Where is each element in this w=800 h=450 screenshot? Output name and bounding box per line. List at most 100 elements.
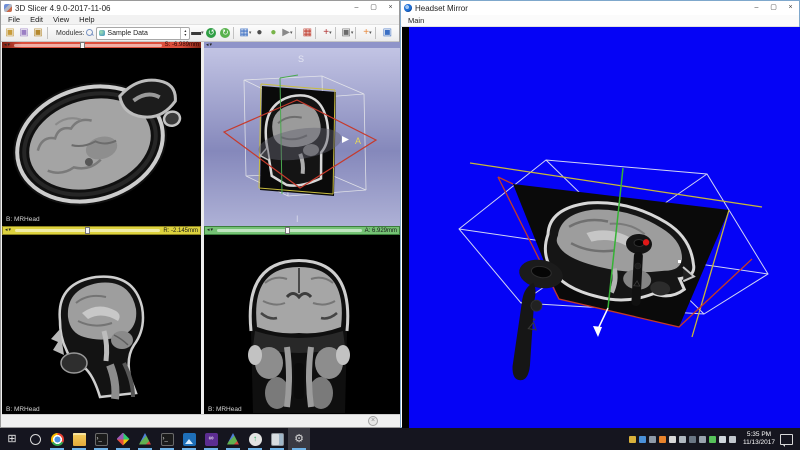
fiducial-place-icon[interactable]: ● bbox=[266, 27, 280, 40]
slice-pin-icon[interactable]: ▾ bbox=[8, 43, 11, 48]
slider-handle[interactable] bbox=[285, 227, 290, 234]
crosshair-icon[interactable]: +▾ bbox=[320, 27, 334, 40]
colors-module-icon[interactable]: ▦ bbox=[300, 27, 314, 40]
taskbar-app-window-icon[interactable] bbox=[266, 428, 288, 450]
taskbar-clock[interactable]: 5:35 PM 11/13/2017 bbox=[743, 431, 775, 447]
app-icon bbox=[95, 433, 108, 446]
save-scene-icon[interactable]: ▣ bbox=[31, 27, 45, 40]
slice-pin-icon[interactable]: ▾ bbox=[211, 228, 214, 233]
slicer-window-title: 3D Slicer 4.9.0-2017-11-06 bbox=[15, 4, 110, 13]
close-button[interactable]: × bbox=[382, 1, 399, 15]
tray-pen-icon[interactable] bbox=[679, 436, 686, 443]
green-view-node-label: B: MRHead bbox=[208, 406, 242, 413]
taskbar: ⊞ 5:35 PM 11/13/2017 bbox=[0, 428, 800, 450]
threed-pin-icon[interactable]: ▾ bbox=[210, 43, 213, 48]
tray-chat-icon[interactable] bbox=[719, 436, 726, 443]
slider-handle[interactable] bbox=[85, 227, 90, 234]
taskbar-explorer-icon[interactable] bbox=[68, 428, 90, 450]
app-icon bbox=[139, 433, 152, 446]
tray-volume-icon[interactable] bbox=[729, 436, 736, 443]
toolbar-button[interactable] bbox=[375, 27, 379, 39]
yellow-slice-view[interactable]: B: MRHead bbox=[2, 235, 201, 416]
taskbar-color-diamond-icon[interactable] bbox=[112, 428, 134, 450]
red-view-node-label: B: MRHead bbox=[6, 216, 40, 223]
menu-item[interactable]: Edit bbox=[25, 15, 48, 25]
slice-pin-icon[interactable]: ▾ bbox=[9, 228, 12, 233]
menu-item[interactable]: Main bbox=[403, 16, 429, 26]
minimize-button[interactable]: – bbox=[348, 1, 365, 15]
taskbar-headset-mirror-icon[interactable] bbox=[288, 428, 310, 450]
history-forward-icon[interactable]: ↻ bbox=[218, 27, 232, 40]
close-button[interactable]: × bbox=[782, 1, 799, 15]
tray-laptop-icon[interactable] bbox=[699, 436, 706, 443]
slicer-menubar: FileEditViewHelp bbox=[1, 15, 399, 25]
add-data-icon[interactable]: ▣ bbox=[3, 27, 17, 40]
slice-menu-icon[interactable]: ◂ bbox=[207, 228, 210, 233]
slice-menu-icon[interactable]: ◂ bbox=[4, 43, 7, 48]
menu-item[interactable]: Help bbox=[74, 15, 99, 25]
app-icon bbox=[227, 433, 240, 446]
vr-mirror-viewport[interactable] bbox=[402, 27, 800, 428]
toolbar-button[interactable] bbox=[315, 27, 319, 39]
taskbar-cmd2-icon[interactable] bbox=[156, 428, 178, 450]
dicom-icon[interactable]: ▣ bbox=[17, 27, 31, 40]
taskbar-slicer2-icon[interactable] bbox=[222, 428, 244, 450]
clock-time: 5:35 PM bbox=[743, 431, 775, 439]
screen-capture-icon[interactable]: ▣▾ bbox=[340, 27, 354, 40]
yellow-slice-controller: ◂ ▾ R: -2.145mm bbox=[2, 226, 201, 235]
taskbar-chrome-icon[interactable] bbox=[46, 428, 68, 450]
spinner-icon[interactable] bbox=[180, 28, 189, 39]
tray-orange-icon[interactable] bbox=[659, 436, 666, 443]
start-button[interactable]: ⊞ bbox=[0, 428, 24, 450]
taskbar-recorder-icon[interactable] bbox=[244, 428, 266, 450]
cortana-search-button[interactable] bbox=[24, 428, 46, 450]
taskbar-cmd-icon[interactable] bbox=[90, 428, 112, 450]
system-tray bbox=[629, 436, 736, 443]
screenshot-strip-icon[interactable]: ▬▾ bbox=[190, 27, 204, 40]
minimize-button[interactable]: – bbox=[748, 1, 765, 15]
slicer-view-layout: ◂ ▾ S: -6.989mm bbox=[2, 42, 400, 416]
toolbar-button[interactable] bbox=[335, 27, 339, 39]
red-slice-view[interactable]: B: MRHead bbox=[2, 48, 201, 226]
toolbar-separator bbox=[47, 27, 51, 39]
tray-blue-icon[interactable] bbox=[639, 436, 646, 443]
action-center-icon[interactable] bbox=[780, 434, 793, 445]
tray-monitor-icon[interactable] bbox=[689, 436, 696, 443]
threed-view[interactable]: S A I bbox=[204, 48, 400, 226]
app-icon bbox=[183, 433, 196, 446]
module-search-icon[interactable] bbox=[86, 29, 94, 37]
tray-green-chat-icon[interactable] bbox=[709, 436, 716, 443]
toolbar-button[interactable] bbox=[233, 27, 237, 39]
toolbar-button[interactable] bbox=[355, 27, 359, 39]
green-slice-slider[interactable] bbox=[217, 229, 362, 232]
slice-menu-icon[interactable]: ◂ bbox=[5, 228, 8, 233]
maximize-button[interactable]: ▢ bbox=[765, 1, 782, 15]
error-log-button[interactable] bbox=[368, 416, 378, 426]
layout-selector-icon[interactable]: ▦▾ bbox=[238, 27, 252, 40]
toolbar-button[interactable] bbox=[295, 27, 299, 39]
module-selector[interactable]: Sample Data bbox=[96, 27, 190, 40]
tray-shield-icon[interactable] bbox=[629, 436, 636, 443]
threed-menu-icon[interactable]: ◂ bbox=[206, 43, 209, 48]
python-console-icon[interactable]: ▣ bbox=[380, 27, 394, 40]
axis-label-superior: S bbox=[298, 54, 304, 64]
taskbar-image-viewer-icon[interactable] bbox=[178, 428, 200, 450]
extensions-manager-icon[interactable]: +▾ bbox=[360, 27, 374, 40]
maximize-button[interactable]: ▢ bbox=[365, 1, 382, 15]
menu-item[interactable]: View bbox=[48, 15, 74, 25]
transform-icon[interactable]: ▶▾ bbox=[280, 27, 294, 40]
module-icon bbox=[99, 30, 105, 36]
menu-item[interactable]: File bbox=[3, 15, 25, 25]
view-splitter[interactable] bbox=[201, 42, 204, 226]
tray-gray-icon[interactable] bbox=[649, 436, 656, 443]
taskbar-slicer-icon[interactable] bbox=[134, 428, 156, 450]
taskbar-visual-studio-icon[interactable] bbox=[200, 428, 222, 450]
vr-letterbox bbox=[402, 27, 409, 428]
green-slice-view[interactable]: B: MRHead bbox=[204, 235, 400, 416]
slicer-window: 3D Slicer 4.9.0-2017-11-06 – ▢ × FileEdi… bbox=[0, 0, 400, 428]
red-slice-slider[interactable] bbox=[14, 44, 162, 47]
tray-light-icon[interactable] bbox=[669, 436, 676, 443]
yellow-slice-slider[interactable] bbox=[15, 229, 160, 232]
history-back-icon[interactable]: ↺ bbox=[204, 27, 218, 40]
mouse-mode-icon[interactable]: ● bbox=[252, 27, 266, 40]
